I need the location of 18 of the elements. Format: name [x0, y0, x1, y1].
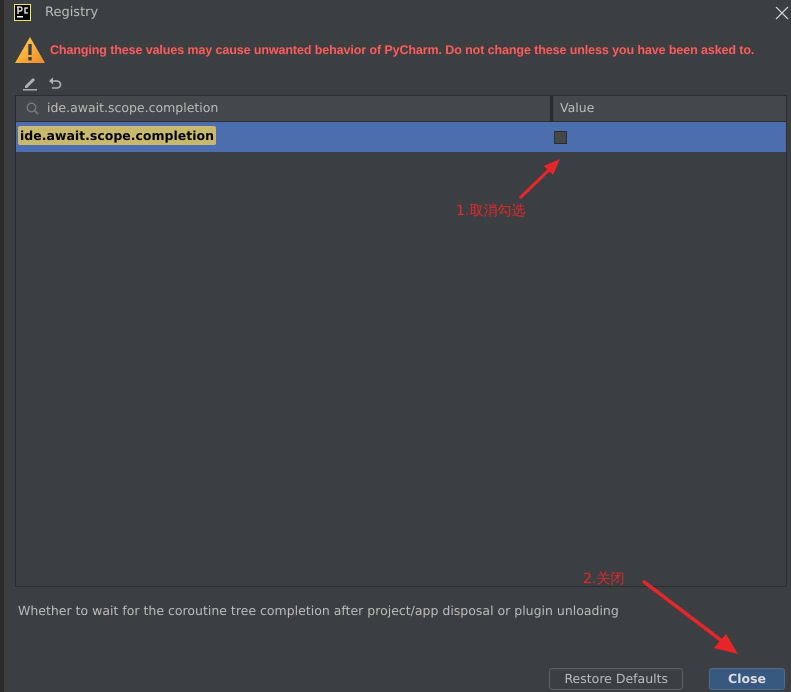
warning-icon: [14, 36, 46, 64]
description-text: Whether to wait for the coroutine tree completion after project/app disposal or plugin unloading: [18, 602, 619, 620]
window-title: Registry: [45, 4, 98, 22]
close-icon[interactable]: [775, 6, 789, 20]
warning-message: Changing these values may cause unwanted behavior of PyCharm. Do not change these unless you have been asked to.: [50, 42, 754, 59]
table-row[interactable]: ide.await.scope.completion: [16, 122, 786, 152]
search-field[interactable]: ide.await.scope.completion: [47, 99, 227, 118]
restore-defaults-button[interactable]: Restore Defaults: [549, 668, 684, 690]
edit-icon[interactable]: [22, 75, 38, 91]
undo-icon[interactable]: [48, 76, 62, 90]
annotation-arrow: [518, 158, 562, 200]
annotation-text: 2.关闭: [583, 570, 624, 589]
search-icon: [26, 102, 39, 115]
checkbox[interactable]: [554, 130, 567, 144]
close-button[interactable]: Close: [709, 668, 785, 690]
registry-key: ide.await.scope.completion: [18, 126, 216, 146]
app-logo-icon: [14, 4, 31, 21]
annotation-text: 1.取消勾选: [456, 202, 526, 221]
